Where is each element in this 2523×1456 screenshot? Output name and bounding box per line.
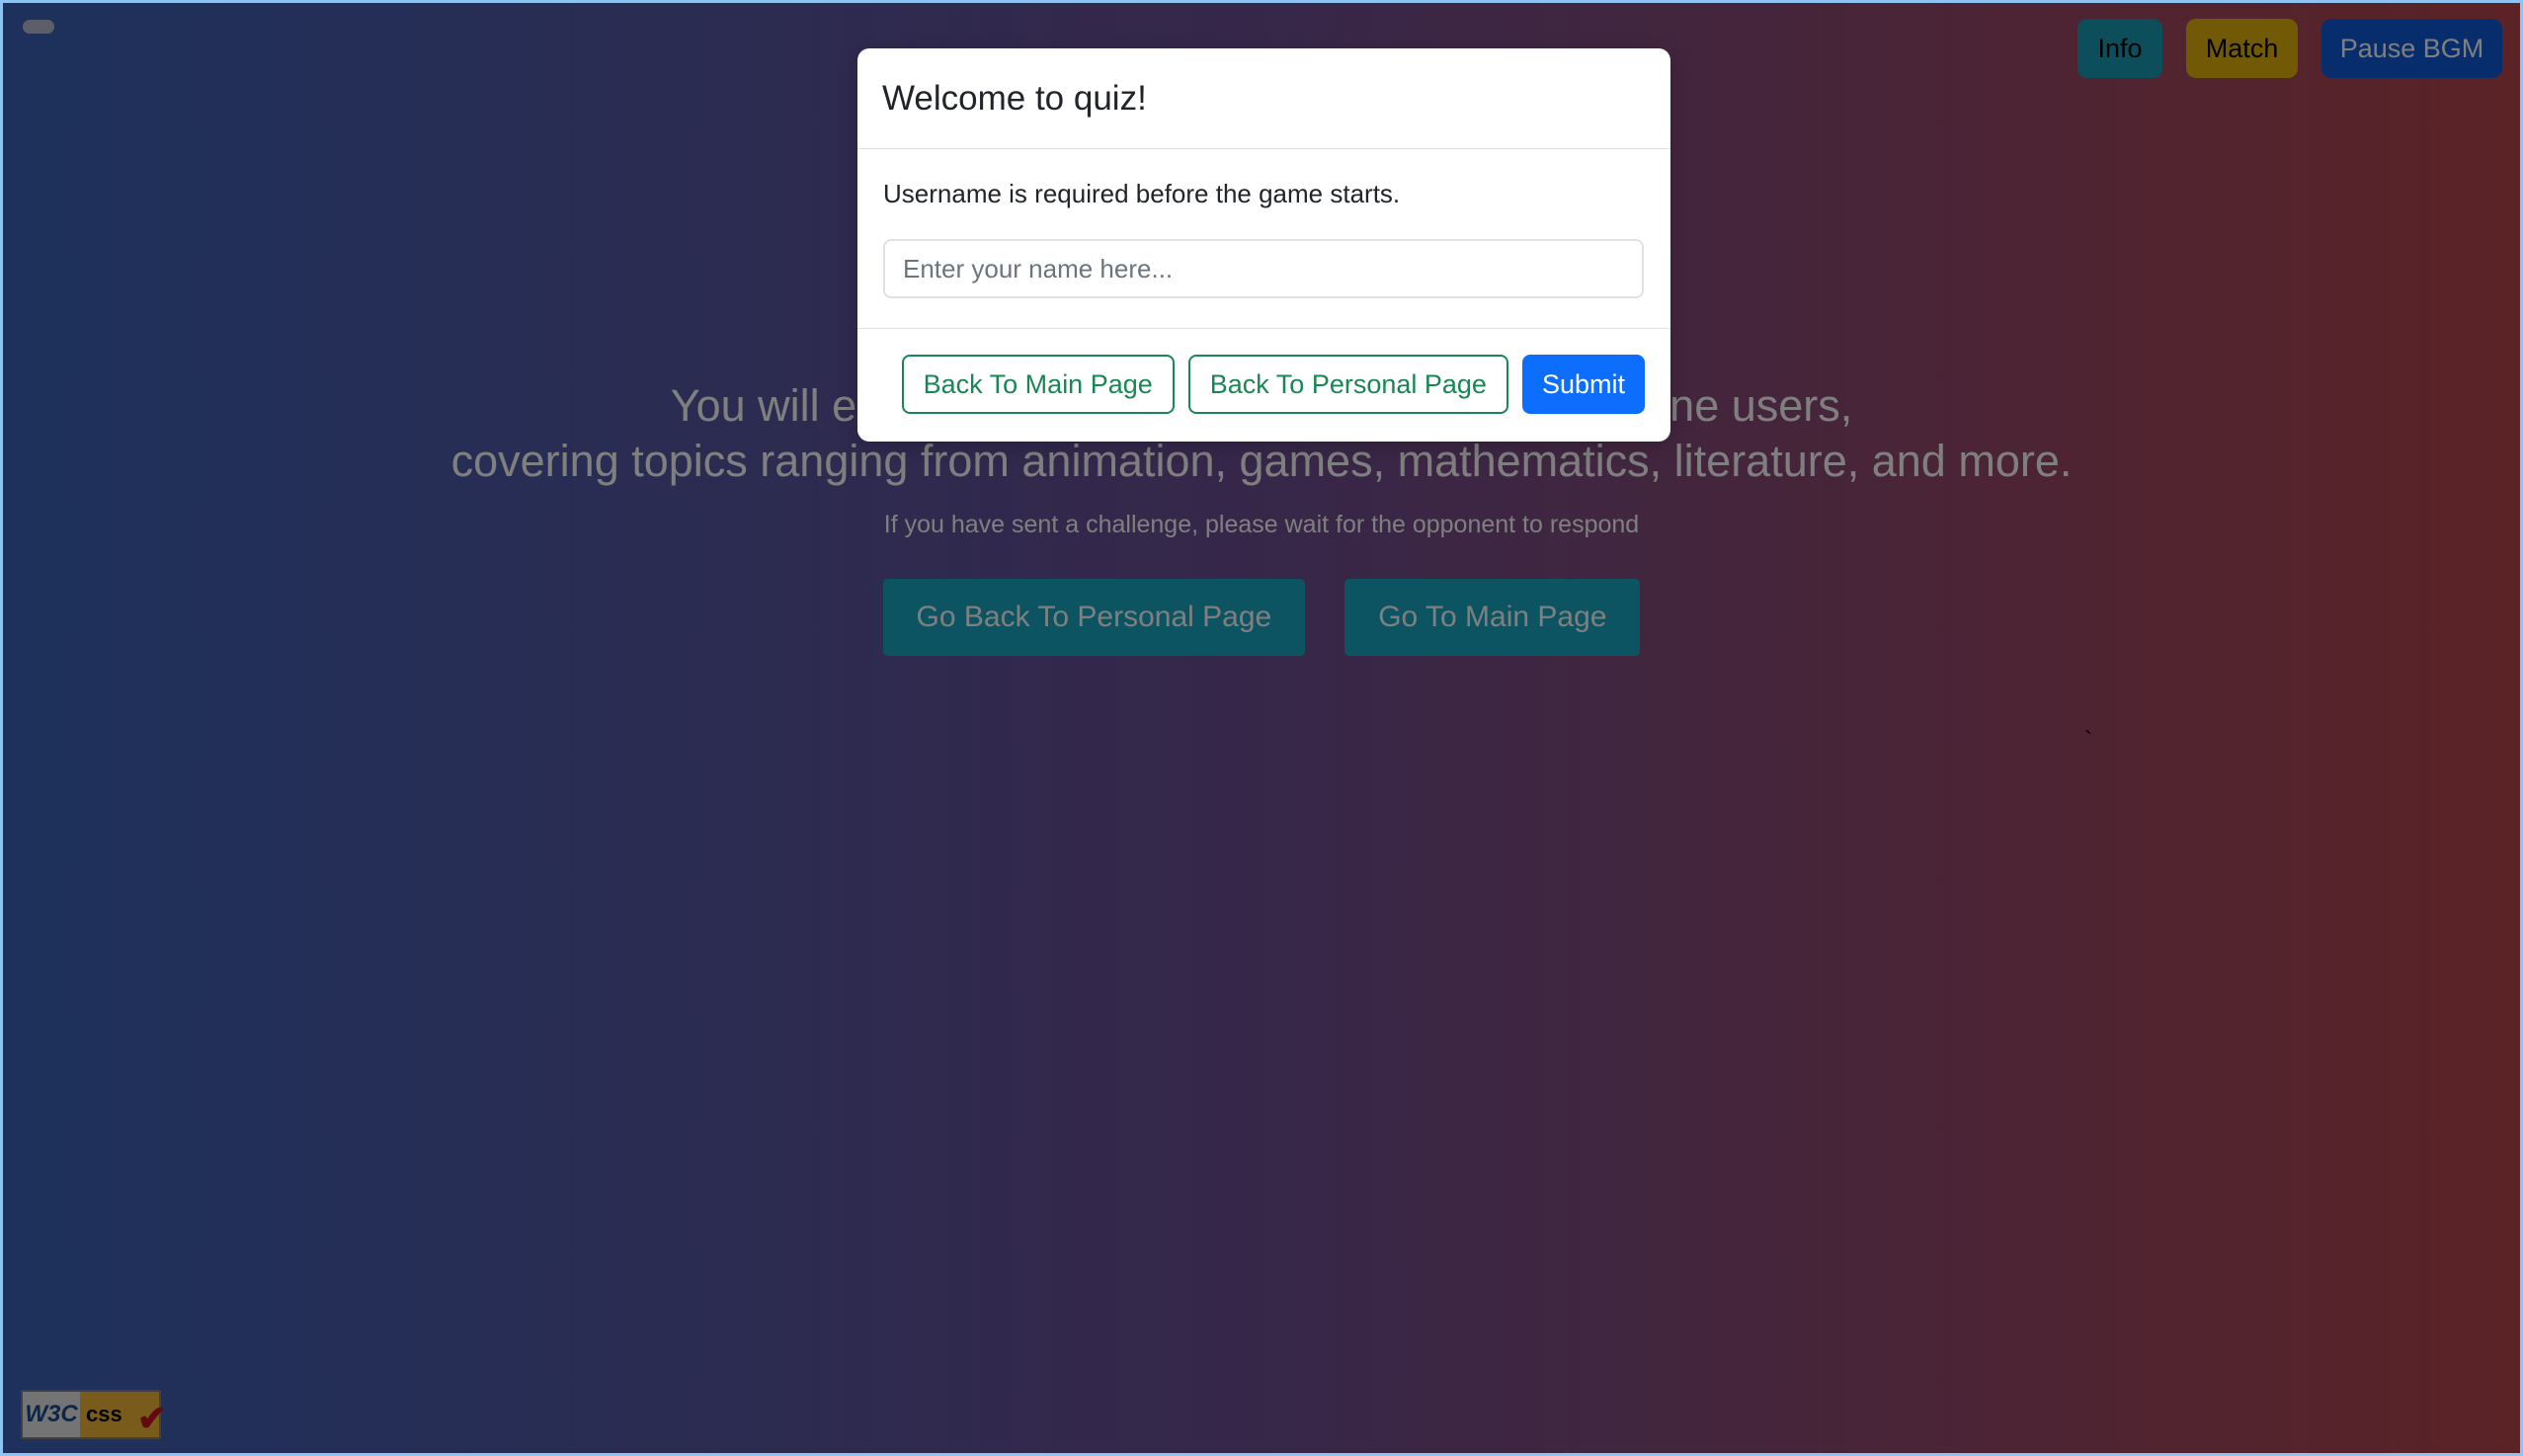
page-background: Info Match Pause BGM You will engage in … [0,0,2523,1456]
modal-body: Username is required before the game sta… [857,149,1670,329]
modal-message: Username is required before the game sta… [883,179,1401,208]
submit-button[interactable]: Submit [1521,355,1645,414]
username-input[interactable] [883,239,1644,298]
back-to-main-button[interactable]: Back To Main Page [901,355,1175,414]
modal-title: Welcome to quiz! [882,78,1147,118]
back-to-personal-button[interactable]: Back To Personal Page [1187,355,1508,414]
modal-footer: Back To Main Page Back To Personal Page … [857,329,1670,440]
username-modal: Welcome to quiz! Username is required be… [857,48,1670,442]
modal-header: Welcome to quiz! [857,48,1670,149]
